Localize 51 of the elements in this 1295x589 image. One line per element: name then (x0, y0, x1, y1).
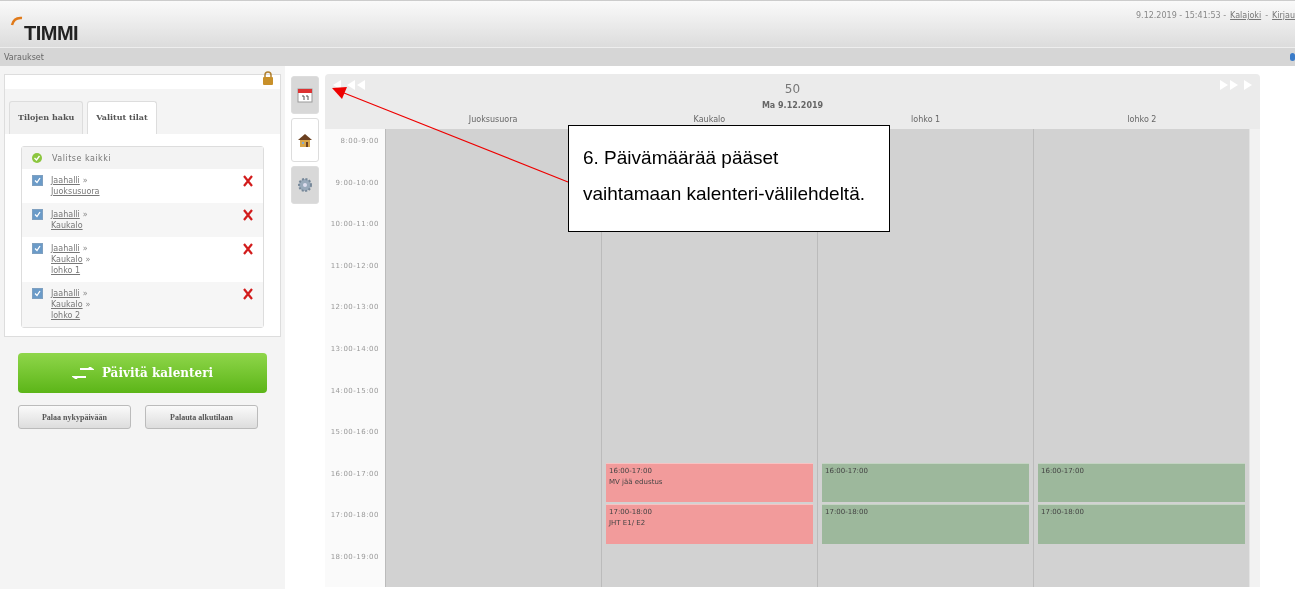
checkbox[interactable] (32, 175, 43, 186)
scrollbar[interactable] (1249, 129, 1260, 587)
column-heading: Kaukalo (693, 115, 726, 124)
side-tab[interactable] (291, 118, 319, 162)
header-link[interactable]: Kirjau (1272, 11, 1295, 20)
checkbox[interactable] (32, 243, 43, 254)
column-heading: Juoksusuora (468, 115, 518, 124)
header-link[interactable]: Kalajoki (1230, 11, 1262, 20)
checkbox[interactable] (32, 209, 43, 220)
action-button[interactable]: Palauta alkutilaan (145, 405, 258, 429)
remove-icon[interactable] (243, 175, 253, 187)
separator-text: » (82, 288, 88, 299)
separator-text: » (85, 299, 91, 310)
separator-text: » (82, 209, 88, 220)
lock-icon (262, 71, 274, 85)
section-title: Varaukset (4, 52, 44, 62)
room-link[interactable]: Jaahalli (51, 175, 80, 186)
settings-icon (297, 177, 313, 193)
callout-text: 6. Päivämäärää pääset vaihtamaan kalenteri-välilehdeltä. (568, 125, 890, 232)
room-link[interactable]: Kaukalo (51, 299, 83, 310)
checkbox[interactable] (32, 288, 43, 299)
room-link[interactable]: Jaahalli (51, 288, 80, 299)
check-circle-icon (32, 153, 42, 163)
separator-text: » (82, 175, 88, 186)
separator-text: » (82, 243, 88, 254)
week-number: 50 (784, 82, 801, 96)
room-link[interactable]: Jaahalli (51, 209, 80, 220)
side-tab[interactable] (291, 76, 319, 114)
room-link[interactable]: Juoksusuora (51, 186, 100, 197)
room-link[interactable]: lohko 1 (51, 265, 81, 276)
logo: TIMMI (10, 1, 79, 45)
calendar-icon (297, 87, 313, 103)
room-link[interactable]: lohko 2 (51, 310, 81, 321)
action-button[interactable]: Palaa nykypäivään (18, 405, 131, 429)
swap-arrows-icon (71, 367, 94, 379)
tab[interactable]: Tilojen haku (9, 101, 84, 134)
date-text: Ma 9.12.2019 (761, 101, 824, 110)
tab[interactable]: Valitut tilat (87, 101, 157, 134)
remove-icon[interactable] (243, 243, 253, 255)
select-all-row[interactable]: Valitse kaikki (22, 147, 263, 169)
separator-text: - (1265, 11, 1269, 20)
column-heading: lohko 1 (911, 115, 941, 124)
room-link[interactable]: Jaahalli (51, 243, 80, 254)
remove-icon[interactable] (243, 288, 253, 300)
house-icon (297, 132, 313, 148)
room-link[interactable]: Kaukalo (51, 254, 83, 265)
column-heading: lohko 2 (1127, 115, 1157, 124)
separator-text: » (85, 254, 91, 265)
date-time-text: 9.12.2019 - 15:41:53 - (1136, 11, 1227, 20)
room-link[interactable]: Kaukalo (51, 220, 83, 231)
remove-icon[interactable] (243, 209, 253, 221)
